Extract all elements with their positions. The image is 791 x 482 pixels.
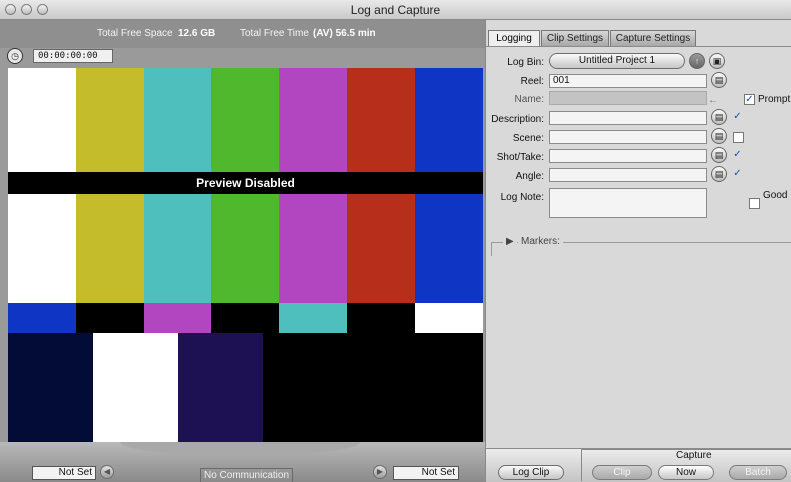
bar-red — [347, 68, 415, 172]
free-space-value: 12.6 GB — [178, 28, 216, 39]
good-label: Good — [763, 190, 788, 201]
new-bin-icon[interactable]: ▣ — [709, 53, 725, 69]
castellation-cyan — [279, 303, 347, 333]
preview-viewer: Total Free Space 12.6 GB Total Free Time… — [0, 20, 485, 482]
tab-logging[interactable]: Logging — [488, 30, 540, 46]
pluge-purple — [178, 333, 263, 442]
timecode-duration-icon: ◷ — [7, 48, 23, 64]
bar-magenta-lower — [279, 194, 347, 303]
capture-clip-button[interactable]: Clip — [592, 465, 652, 480]
pluge-white — [93, 333, 178, 442]
preview-disabled-label: Preview Disabled — [8, 172, 483, 194]
castellation-magenta — [144, 303, 211, 333]
free-space-label: Total Free Space — [97, 28, 173, 39]
reel-slate-icon[interactable]: ▤ — [711, 72, 727, 88]
log-note-field[interactable] — [549, 188, 707, 218]
markers-section[interactable]: ▶ Markers: — [491, 236, 791, 256]
capture-label: Capture — [676, 450, 712, 461]
capture-now-button[interactable]: Now — [658, 465, 714, 480]
markers-label: Markers: — [518, 236, 563, 247]
bar-white-lower — [8, 194, 76, 303]
log-bin-button[interactable]: Untitled Project 1 — [549, 53, 685, 69]
bar-green — [211, 68, 279, 172]
prompt-checkbox[interactable]: ✓ — [744, 94, 755, 105]
description-field[interactable] — [549, 111, 707, 125]
pluge-navy — [8, 333, 93, 442]
go-to-in-point-icon[interactable]: ◀ — [100, 465, 114, 479]
description-include-checkbox[interactable]: ✓ — [732, 112, 743, 123]
scene-field[interactable] — [549, 130, 707, 144]
shot-take-slate-icon[interactable]: ▤ — [711, 147, 727, 163]
bar-blue — [415, 68, 483, 172]
free-space-bar: Total Free Space 12.6 GB Total Free Time… — [0, 20, 485, 48]
capture-controls-bar: Log Clip Capture Clip Now Batch — [486, 448, 791, 482]
markers-disclosure-icon[interactable]: ▶ — [503, 236, 517, 247]
bar-green-lower — [211, 194, 279, 303]
log-note-label: Log Note: — [500, 192, 544, 203]
name-arrow-icon: ← — [708, 95, 718, 106]
scene-label: Scene: — [512, 133, 544, 144]
castellation-black-2 — [211, 303, 279, 333]
shot-take-include-checkbox[interactable]: ✓ — [732, 150, 743, 161]
logging-panel: Logging Clip Settings Capture Settings L… — [485, 20, 791, 482]
name-field — [549, 91, 707, 105]
pluge-black — [263, 333, 483, 442]
log-and-capture-window: Log and Capture Total Free Space 12.6 GB… — [0, 0, 791, 482]
transport-arc — [120, 442, 360, 456]
bar-cyan-lower — [144, 194, 211, 303]
timecode-field[interactable]: 00:00:00:00 — [33, 49, 113, 63]
bar-red-lower — [347, 194, 415, 303]
color-bars-image: Preview Disabled — [8, 68, 483, 442]
bar-white — [8, 68, 76, 172]
scene-slate-icon[interactable]: ▤ — [711, 128, 727, 144]
tab-capture-settings[interactable]: Capture Settings — [610, 30, 696, 46]
castellation-black-1 — [76, 303, 144, 333]
device-status-label: No Communication — [200, 468, 293, 482]
angle-field[interactable] — [549, 168, 707, 182]
angle-label: Angle: — [515, 171, 544, 182]
angle-include-checkbox[interactable]: ✓ — [732, 169, 743, 180]
angle-slate-icon[interactable]: ▤ — [711, 166, 727, 182]
castellation-white — [415, 303, 483, 333]
window-title: Log and Capture — [350, 3, 441, 17]
castellation-blue — [8, 303, 76, 333]
out-point-field[interactable]: Not Set — [393, 466, 459, 480]
bar-cyan — [144, 68, 211, 172]
bar-yellow-lower — [76, 194, 144, 303]
free-time-label: Total Free Time — [240, 28, 309, 39]
free-time-value: (AV) 56.5 min — [313, 28, 376, 39]
tab-divider — [486, 46, 791, 47]
go-to-out-point-icon[interactable]: ▶ — [373, 465, 387, 479]
good-checkbox[interactable] — [749, 198, 760, 209]
description-slate-icon[interactable]: ▤ — [711, 109, 727, 125]
bar-magenta — [279, 68, 347, 172]
name-label: Name: — [514, 94, 544, 105]
reel-label: Reel: — [520, 76, 544, 87]
scene-include-checkbox[interactable] — [733, 132, 744, 143]
log-bin-up-icon[interactable]: ↑ — [689, 53, 705, 69]
bar-yellow — [76, 68, 144, 172]
log-bin-label: Log Bin: — [507, 57, 544, 68]
tab-clip-settings[interactable]: Clip Settings — [541, 30, 609, 46]
capture-batch-button[interactable]: Batch — [729, 465, 787, 480]
bar-blue-lower — [415, 194, 483, 303]
title-bar: Log and Capture — [0, 0, 791, 20]
in-point-field[interactable]: Not Set — [32, 466, 96, 480]
shot-take-label: Shot/Take: — [496, 152, 544, 163]
shot-take-field[interactable] — [549, 149, 707, 163]
prompt-label: Prompt — [758, 94, 791, 105]
log-clip-button[interactable]: Log Clip — [498, 465, 564, 480]
castellation-black-3 — [347, 303, 415, 333]
description-label: Description: — [491, 114, 544, 125]
reel-field[interactable]: 001 — [549, 74, 707, 88]
